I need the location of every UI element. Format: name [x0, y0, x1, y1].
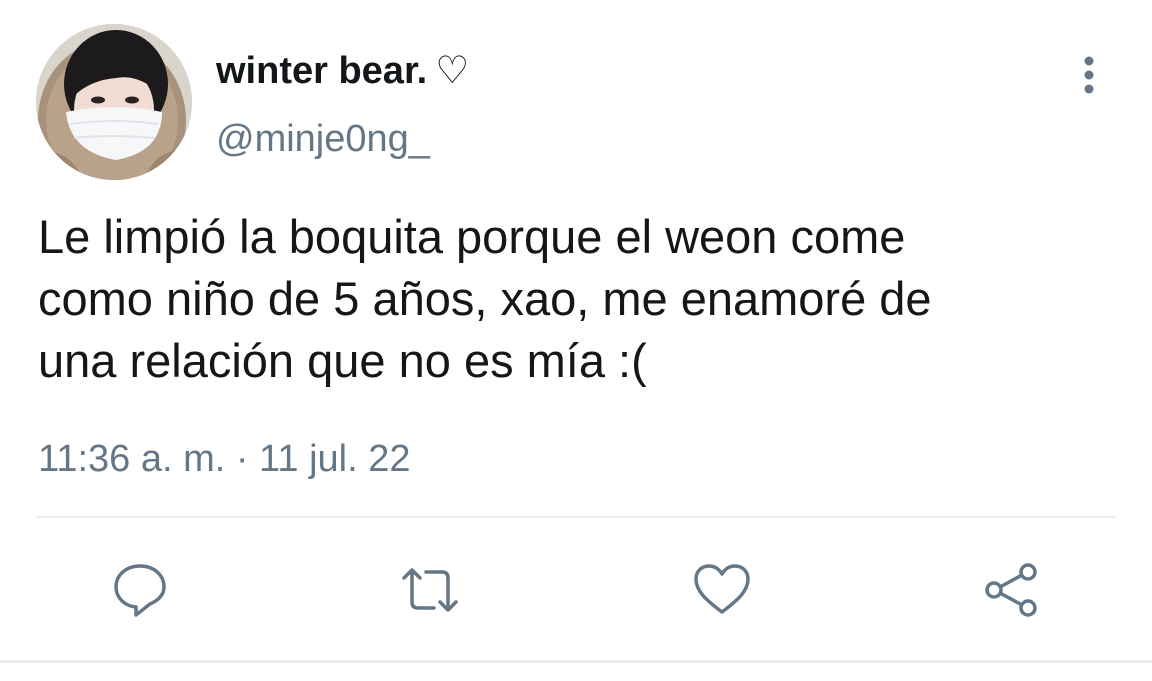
bottom-divider: [0, 660, 1152, 663]
like-button[interactable]: [692, 560, 752, 620]
author-handle[interactable]: @minje0ng_: [216, 118, 430, 161]
tweet-text-line: Le limpió la boquita porque el weon come: [38, 210, 906, 263]
author-display-name[interactable]: winter bear. ♡: [216, 48, 469, 93]
more-options-button[interactable]: [1068, 54, 1110, 96]
retweet-button[interactable]: [400, 560, 460, 620]
more-vertical-icon: [1084, 56, 1094, 94]
tweet-text: Le limpió la boquita porque el weon come…: [38, 206, 1118, 392]
tweet-detail: winter bear. ♡ @minje0ng_ Le limpió la bo…: [0, 0, 1152, 681]
avatar-image: [36, 24, 192, 180]
share-icon: [985, 563, 1037, 617]
avatar[interactable]: [36, 24, 192, 180]
tweet-timestamp[interactable]: 11:36 a. m. · 11 jul. 22: [38, 438, 410, 481]
like-icon: [694, 564, 750, 614]
tweet-text-line: como niño de 5 años, xao, me enamoré de: [38, 272, 932, 325]
display-name-text: winter bear.: [216, 50, 428, 92]
heart-outline-emoji: ♡: [435, 50, 470, 92]
tweet-text-line: una relación que no es mía :(: [38, 334, 647, 387]
reply-icon: [114, 564, 166, 617]
reply-button[interactable]: [110, 560, 170, 620]
retweet-icon: [402, 568, 458, 612]
share-button[interactable]: [982, 560, 1042, 620]
divider: [36, 516, 1116, 518]
